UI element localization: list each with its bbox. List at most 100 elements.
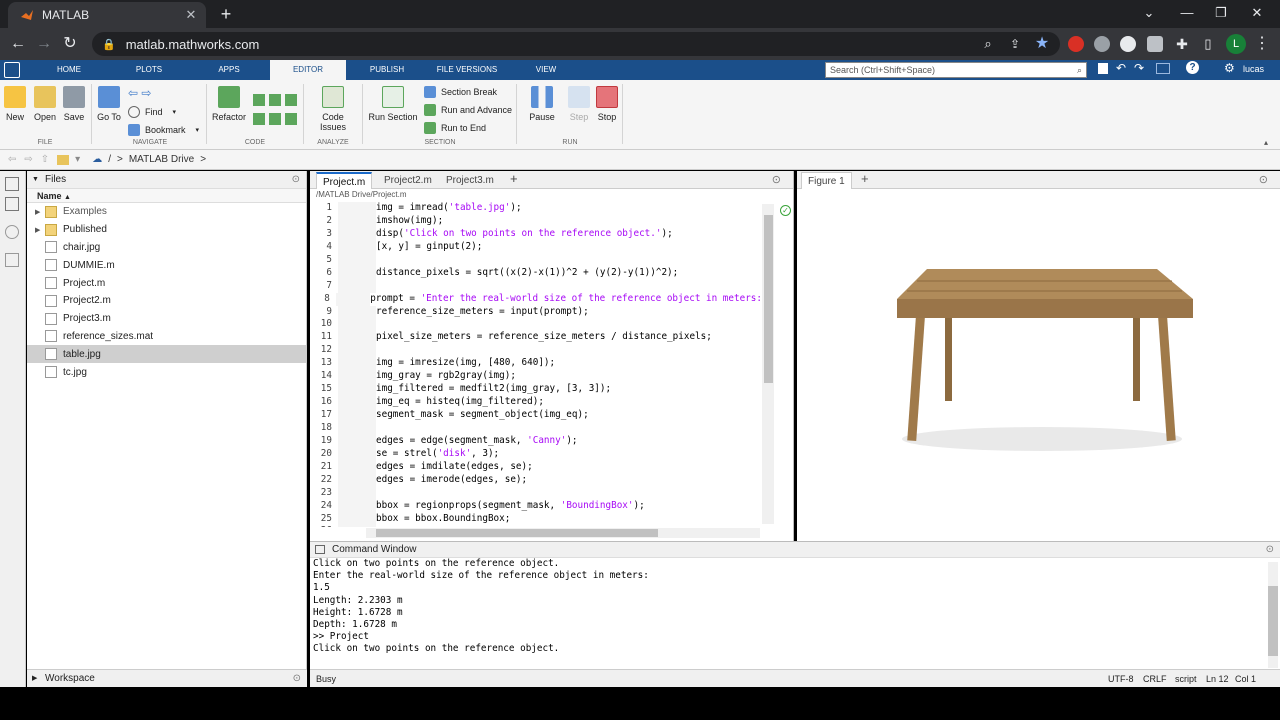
code-analyzer-ok-icon[interactable]: ✓ [780,205,791,216]
code-line[interactable]: 23 [310,486,762,500]
path-separator-end[interactable]: > [200,154,206,165]
close-tab-icon[interactable]: ✕ [182,7,200,23]
code-line[interactable]: 5 [310,253,762,267]
history-icon[interactable] [5,225,19,239]
path-forward-icon[interactable]: ⇨ [24,154,32,165]
file-row[interactable]: Project.m [27,274,306,292]
figure-menu-icon[interactable]: ⊙ [1259,173,1268,186]
code-line[interactable]: 16 img_eq = histeq(img_filtered); [310,396,762,409]
code-area[interactable]: 1 img = imread('table.jpg'); 2 imshow(img);… [310,202,762,527]
matlab-menu-icon[interactable] [4,62,20,78]
path-root[interactable]: / [108,154,111,165]
workspace-panel-header[interactable]: ▶ Workspace ⊙ [27,669,307,687]
extensions-puzzle-icon[interactable]: ✚ [1172,34,1192,54]
code-line[interactable]: 21 edges = imdilate(edges, se); [310,460,762,474]
files-panel-menu-icon[interactable]: ⊙ [292,171,300,189]
run-to-end-button[interactable]: Run to End [424,122,486,134]
tab-editor[interactable]: EDITOR [270,60,346,80]
workspace-panel-icon[interactable] [5,197,19,211]
code-line[interactable]: 25 bbox = bbox.BoundingBox; [310,512,762,526]
profile-avatar[interactable]: L [1226,34,1246,54]
forward-icon[interactable]: → [34,34,54,54]
command-window[interactable]: Command Window ⊙ Click on two points on … [310,541,1280,669]
tab-home[interactable]: HOME [40,60,98,80]
file-row[interactable]: ▶ Published [27,221,306,239]
code-line[interactable]: 13 img = imresize(img, [480, 640]); [310,357,762,371]
code-line[interactable]: 6 distance_pixels = sqrt((x(2)-x(1))^2 + … [310,266,762,280]
code-line[interactable]: 10 [310,318,762,332]
code-line[interactable]: 7 [310,279,762,293]
code-line[interactable]: 24 bbox = regionprops(segment_mask, 'Boun… [310,499,762,513]
command-window-menu-icon[interactable]: ⊙ [1266,542,1274,558]
nav-arrows[interactable]: ⇦ ⇨ [128,86,151,100]
tab-view[interactable]: VIEW [520,60,572,80]
code-line[interactable]: 9 reference_size_meters = input(prompt); [310,305,762,319]
extension-gray-icon[interactable] [1094,36,1110,52]
save-button[interactable]: Save [61,86,87,122]
stop-button[interactable]: Stop [595,86,619,122]
file-row[interactable]: chair.jpg [27,239,306,257]
command-window-scrollbar[interactable] [1268,562,1278,668]
editor-horizontal-thumb[interactable] [376,529,658,537]
figure-tab[interactable]: Figure 1 [801,172,852,189]
file-row[interactable]: tc.jpg [27,363,306,381]
file-row[interactable]: table.jpg [27,345,306,364]
refactor-button[interactable]: Refactor [211,86,247,122]
code-issues-button[interactable]: Code Issues [308,86,358,132]
editor-tab-project3[interactable]: Project3.m [440,172,500,189]
code-line[interactable]: 8 prompt = 'Enter the real-world size of … [310,292,762,306]
reload-icon[interactable]: ↻ [60,34,80,54]
path-up-icon[interactable]: ⇧ [41,154,49,165]
file-row[interactable]: ▶ Examples [27,203,306,221]
files-panel-icon[interactable] [5,177,19,191]
redo-icon[interactable]: ↷ [1134,61,1144,75]
step-button[interactable]: Step [565,86,593,122]
zoom-icon[interactable]: ⌕ [978,34,998,54]
run-section-button[interactable]: Run Section [367,86,419,122]
chrome-menu-icon[interactable]: ⋮ [1252,34,1272,54]
browse-folder-icon[interactable] [57,154,70,165]
help-icon[interactable]: ? [1186,61,1199,74]
expand-arrow-icon[interactable]: ▶ [35,226,45,234]
add-editor-tab-icon[interactable]: + [504,170,524,187]
new-tab-icon[interactable]: + [216,4,236,24]
editor-tab-project2[interactable]: Project2.m [378,172,438,189]
editor-tab-project[interactable]: Project.m [316,172,373,189]
extension-check-icon[interactable] [1120,36,1136,52]
tab-apps[interactable]: APPS [200,60,258,80]
editor-vertical-thumb[interactable] [764,215,773,383]
user-menu[interactable]: lucas [1243,64,1264,74]
minimize-icon[interactable]: — [1176,4,1198,22]
extension-red-icon[interactable] [1068,36,1084,52]
code-tools[interactable] [253,94,297,128]
tab-plots[interactable]: PLOTS [120,60,178,80]
section-break-button[interactable]: Section Break [424,86,497,98]
path-drive[interactable]: MATLAB Drive [129,154,194,165]
collapse-ribbon-icon[interactable]: ▴ [1264,138,1268,147]
sidebar-icon[interactable]: ▯ [1198,34,1218,54]
share-icon[interactable]: ⇪ [1005,34,1025,54]
undo-icon[interactable]: ↶ [1116,61,1126,75]
code-line[interactable]: 19 edges = edge(segment_mask, 'Canny'); [310,434,762,448]
browser-tab[interactable]: MATLAB ✕ [8,2,206,28]
bookmark-star-icon[interactable]: ★ [1032,34,1052,54]
code-line[interactable]: 2 imshow(img); [310,214,762,228]
workspace-menu-icon[interactable]: ⊙ [293,670,301,688]
quick-save-icon[interactable] [1098,63,1108,74]
files-collapse-icon[interactable]: ▼ [32,171,39,189]
layout-icon[interactable] [1156,63,1170,74]
file-row[interactable]: DUMMIE.m [27,256,306,274]
back-icon[interactable]: ← [8,34,28,54]
code-line[interactable]: 22 edges = imerode(edges, se); [310,473,762,487]
address-bar[interactable]: 🔒 matlab.mathworks.com [92,32,1060,56]
code-line[interactable]: 20 se = strel('disk', 3); [310,447,762,461]
window-close-icon[interactable]: ✕ [1246,4,1268,22]
file-row[interactable]: Project3.m [27,310,306,328]
code-line[interactable]: 14 img_gray = rgb2gray(img); [310,370,762,384]
bookmark-button[interactable]: Bookmark ▾ [128,124,199,136]
add-figure-tab-icon[interactable]: + [861,171,869,186]
code-line[interactable]: 18 [310,421,762,435]
run-and-advance-button[interactable]: Run and Advance [424,104,512,116]
path-back-icon[interactable]: ⇦ [8,154,16,165]
file-row[interactable]: reference_sizes.mat [27,328,306,346]
